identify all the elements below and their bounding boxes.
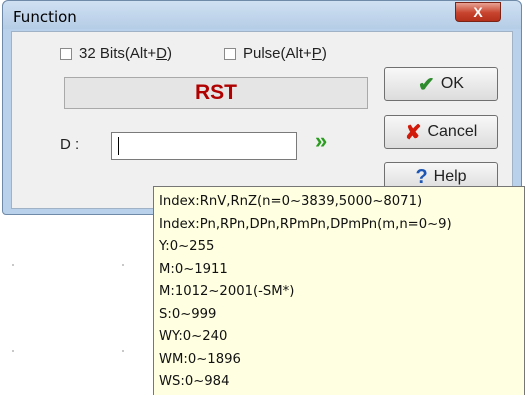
cancel-label: Cancel xyxy=(427,123,478,140)
tooltip-line: Index:RnV,RnZ(n=0~3839,5000~8071) xyxy=(159,194,423,209)
desktop-dot xyxy=(12,350,14,352)
desktop-dot xyxy=(122,264,124,266)
ok-label: OK xyxy=(440,75,464,92)
tooltip-line: WM:0~1896 xyxy=(159,351,241,367)
pulse-option[interactable]: Pulse(Alt+P) xyxy=(224,45,327,62)
close-button[interactable]: X xyxy=(455,2,501,22)
title-bar[interactable]: Function X xyxy=(3,1,521,29)
tooltip-line: WY:0~240 xyxy=(159,329,228,344)
dialog-title: Function xyxy=(13,8,77,26)
ok-button[interactable]: ✔ OK xyxy=(384,67,498,101)
checkmark-icon: ✔ xyxy=(418,73,435,96)
x-icon: ✘ xyxy=(404,121,422,144)
close-icon: X xyxy=(473,4,483,20)
tooltip-line: M:1012~2001(-SM*) xyxy=(159,284,295,299)
operand-input[interactable] xyxy=(111,132,297,160)
tooltip-line: Y:0~255 xyxy=(159,239,215,254)
text-caret xyxy=(118,137,119,155)
bits-option[interactable]: 32 Bits(Alt+D) xyxy=(60,45,172,62)
pulse-checkbox[interactable] xyxy=(224,47,236,60)
tooltip-line: S:0~999 xyxy=(159,306,217,322)
operand-range-tooltip: Index:RnV,RnZ(n=0~3839,5000~8071) Index:… xyxy=(153,186,525,395)
desktop-dot xyxy=(12,264,14,266)
tooltip-line: M:0~1911 xyxy=(159,261,228,277)
cancel-button[interactable]: ✘ Cancel xyxy=(384,115,498,149)
instruction-name: RST xyxy=(64,77,368,109)
help-label: Help xyxy=(433,168,467,185)
operand-label: D : xyxy=(60,136,80,153)
double-chevron-right-icon[interactable]: » xyxy=(315,128,327,154)
desktop-dot xyxy=(122,350,124,352)
tooltip-line: WS:0~984 xyxy=(159,374,230,389)
pulse-label: Pulse(Alt+P) xyxy=(243,45,327,62)
dialog-body: 32 Bits(Alt+D) Pulse(Alt+P) RST D : » ✔ … xyxy=(11,31,513,209)
bits-checkbox[interactable] xyxy=(60,47,72,60)
function-dialog: Function X 32 Bits(Alt+D) Pulse(Alt+P) R… xyxy=(2,0,522,215)
tooltip-line: Index:Pn,RPn,DPn,RPmPn,DPmPn(m,n=0~9) xyxy=(159,216,452,232)
bits-label: 32 Bits(Alt+D) xyxy=(79,45,172,62)
